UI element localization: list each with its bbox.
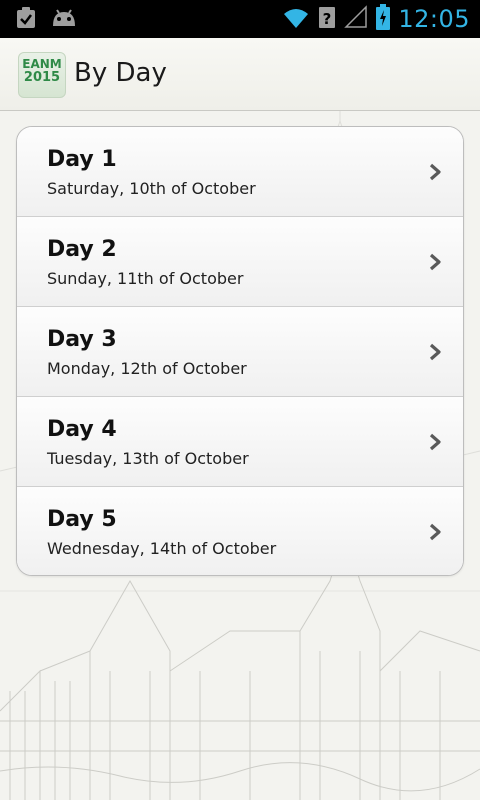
day-title: Day 1 <box>47 147 117 172</box>
page-title: By Day <box>74 58 167 88</box>
day-list-item-2[interactable]: Day 2 Sunday, 11th of October <box>17 217 463 307</box>
signal-icon <box>344 5 368 33</box>
day-title: Day 4 <box>47 417 117 442</box>
battery-charging-icon <box>376 4 391 34</box>
day-title: Day 2 <box>47 237 117 262</box>
unknown-sim-icon: ? <box>318 5 336 33</box>
svg-text:?: ? <box>323 10 332 28</box>
day-list-item-3[interactable]: Day 3 Monday, 12th of October <box>17 307 463 397</box>
day-list: Day 1 Saturday, 10th of October Day 2 Su… <box>16 126 464 576</box>
chevron-right-icon <box>429 343 441 361</box>
day-list-item-1[interactable]: Day 1 Saturday, 10th of October <box>17 127 463 217</box>
day-date: Tuesday, 13th of October <box>47 449 249 468</box>
chevron-right-icon <box>429 433 441 451</box>
day-list-item-5[interactable]: Day 5 Wednesday, 14th of October <box>17 487 463 575</box>
day-title: Day 3 <box>47 327 117 352</box>
chevron-right-icon <box>429 253 441 271</box>
app-logo[interactable]: EANM 2015 <box>18 52 66 98</box>
chevron-right-icon <box>429 163 441 181</box>
action-bar: EANM 2015 By Day <box>0 38 480 111</box>
wifi-icon <box>282 5 310 33</box>
day-date: Wednesday, 14th of October <box>47 539 277 558</box>
day-date: Saturday, 10th of October <box>47 179 256 198</box>
status-bar: ? 12:05 <box>0 0 480 38</box>
day-list-item-4[interactable]: Day 4 Tuesday, 13th of October <box>17 397 463 487</box>
day-date: Monday, 12th of October <box>47 359 247 378</box>
chevron-right-icon <box>429 523 441 541</box>
day-date: Sunday, 11th of October <box>47 269 244 288</box>
logo-text-line1: EANM <box>22 57 62 71</box>
android-icon <box>50 6 78 34</box>
logo-text-line2: 2015 <box>23 70 61 85</box>
clipboard-icon <box>14 6 38 34</box>
day-title: Day 5 <box>47 507 117 532</box>
status-clock: 12:05 <box>398 5 470 33</box>
